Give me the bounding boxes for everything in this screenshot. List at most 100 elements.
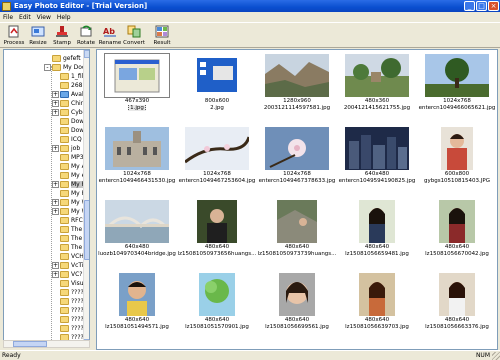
thumbnail-image[interactable] xyxy=(345,273,409,316)
thumbnail-item[interactable]: 480x360 2004121415621755.jpg xyxy=(337,50,417,123)
tree-item[interactable]: ???? xyxy=(52,306,84,315)
rename-icon: Ab xyxy=(103,25,117,38)
thumbnail-image[interactable] xyxy=(425,200,489,243)
menu-edit[interactable]: Edit xyxy=(19,14,31,21)
resize-grip-icon[interactable] xyxy=(492,352,500,360)
thumbnail-image[interactable] xyxy=(345,54,409,97)
thumbnail-image[interactable] xyxy=(185,273,249,316)
image-dimensions: 480x640 xyxy=(284,244,310,250)
menu-view[interactable]: View xyxy=(37,14,51,21)
expand-icon[interactable]: + xyxy=(52,208,59,215)
process-button[interactable]: Process xyxy=(2,23,26,49)
tree-item[interactable]: ???? xyxy=(52,324,84,333)
thumbnail-item[interactable]: 480x640 lz15081056663376.jpg xyxy=(417,269,497,342)
resize-icon xyxy=(31,25,45,38)
expand-icon[interactable]: + xyxy=(52,100,59,107)
thumbnail-item[interactable]: 480x640 lz15081056670042.jpg xyxy=(417,196,497,269)
tree-item[interactable]: + VC?? xyxy=(52,270,86,279)
image-dimensions: 800x600 xyxy=(204,98,230,104)
menu-bar: File Edit View Help xyxy=(0,12,500,22)
thumbnail-image[interactable] xyxy=(104,53,170,98)
expand-icon[interactable]: + xyxy=(52,109,59,116)
expand-icon[interactable]: + xyxy=(52,91,59,98)
thumbnail-item[interactable]: 640x480 luozb1049703404bridge.jpg xyxy=(97,196,177,269)
resize-button[interactable]: Resize xyxy=(26,23,50,49)
thumbnail-item[interactable]: 480x640 lz15081050973739huangs... xyxy=(257,196,337,269)
rename-button[interactable]: Ab Rename xyxy=(98,23,122,49)
thumbnail-item[interactable]: 467x390 1.jpg xyxy=(97,50,177,123)
image-filename: entercn1049467253604.jpg xyxy=(177,178,257,184)
expand-icon[interactable]: + xyxy=(52,145,59,152)
menu-file[interactable]: File xyxy=(3,14,13,21)
thumbnail-image[interactable] xyxy=(105,127,169,170)
tree-item-label: ???? xyxy=(71,325,84,332)
thumbnail-image[interactable] xyxy=(425,127,489,170)
image-filename: lz15081056670042.jpg xyxy=(417,251,497,257)
thumbnail-image[interactable] xyxy=(185,54,249,97)
thumbnail-image[interactable] xyxy=(265,273,329,316)
thumbnail-image[interactable] xyxy=(265,127,329,170)
tree-item[interactable]: gefeft xyxy=(44,54,81,63)
thumbnail-image[interactable] xyxy=(185,127,249,170)
thumbnail-item[interactable]: 1280x960 2003121114597581.jpg xyxy=(257,50,337,123)
thumbnail-image[interactable] xyxy=(265,200,329,243)
tree-item[interactable]: + job xyxy=(52,144,80,153)
hscroll-thumb[interactable] xyxy=(13,341,47,347)
tree-horizontal-scrollbar[interactable] xyxy=(3,340,90,348)
thumbnail-image[interactable] xyxy=(425,273,489,316)
scroll-up-arrow-icon[interactable] xyxy=(84,50,89,58)
thumbnail-image[interactable] xyxy=(345,200,409,243)
thumbnail-image[interactable] xyxy=(185,200,249,243)
thumbnail-image[interactable] xyxy=(345,127,409,170)
tree-item[interactable]: ???? xyxy=(52,297,84,306)
expand-icon[interactable]: + xyxy=(52,181,59,188)
expand-icon[interactable]: + xyxy=(52,262,59,269)
filename-text: entercn1049467253604.jpg xyxy=(178,178,256,184)
expand-icon[interactable]: + xyxy=(52,271,59,278)
tree-item[interactable]: MP3 xyxy=(52,153,84,162)
image-dimensions: 1024x768 xyxy=(123,171,151,177)
thumbnail-item[interactable]: 480x640 lz15081051570901.jpg xyxy=(177,269,257,342)
tree-item[interactable]: ???? xyxy=(52,315,84,324)
thumbnail-item[interactable]: 480x640 lz15081050973656huangs... xyxy=(177,196,257,269)
stamp-button[interactable]: Stamp xyxy=(50,23,74,49)
thumbnail-item[interactable]: 1024x768 entercn1049467378633.jpg xyxy=(257,123,337,196)
thumbnail-image[interactable] xyxy=(425,54,489,97)
thumbnail-item[interactable]: 800x600 2.jpg xyxy=(177,50,257,123)
thumbnail-item[interactable]: 1024x768 entercn1049467253604.jpg xyxy=(177,123,257,196)
collapse-icon[interactable]: - xyxy=(44,64,51,71)
thumbnail-image[interactable] xyxy=(265,54,329,97)
result-button[interactable]: Result xyxy=(150,23,174,49)
folder-icon xyxy=(60,91,69,98)
folder-tree[interactable]: ????????????????????????????Visual+VC??+… xyxy=(3,49,90,348)
image-dimensions: 480x640 xyxy=(364,244,390,250)
image-filename: 2004121415621755.jpg xyxy=(337,105,417,111)
rotate-button[interactable]: Rotate xyxy=(74,23,98,49)
thumbnail-item[interactable]: 600x800 gybgs10510815403.JPG xyxy=(417,123,497,196)
thumbnail-item[interactable]: 1024x768 entercn1049466065621.jpg xyxy=(417,50,497,123)
folder-icon xyxy=(60,145,69,152)
menu-help[interactable]: Help xyxy=(57,14,71,21)
thumbnail-image[interactable] xyxy=(105,273,169,316)
thumbnail-item[interactable]: 480x640 lz15081056659481.jpg xyxy=(337,196,417,269)
tree-item[interactable]: RFC? xyxy=(52,216,86,225)
scroll-thumb[interactable] xyxy=(84,200,89,260)
close-button[interactable]: × xyxy=(488,1,499,11)
pane-splitter[interactable] xyxy=(91,49,95,350)
expand-icon[interactable]: + xyxy=(52,199,59,206)
image-dimensions: 1024x768 xyxy=(443,98,471,104)
thumbnail-item[interactable]: 480x640 lz15081056699561.jpg xyxy=(257,269,337,342)
thumbnail-item[interactable]: 480x640 lz15081056639703.jpg xyxy=(337,269,417,342)
thumbnail-item[interactable]: 640x480 entercn1049594190825.jpg xyxy=(337,123,417,196)
thumbnail-item[interactable]: 1024x768 entercn1049466431530.jpg xyxy=(97,123,177,196)
minimize-button[interactable]: _ xyxy=(464,1,475,11)
maximize-button[interactable]: □ xyxy=(476,1,487,11)
convert-button[interactable]: Convert xyxy=(122,23,146,49)
image-dimensions: 480x640 xyxy=(284,317,310,323)
thumbnail-grid[interactable]: 467x390 1.jpg 800x600 2.jpg 1280x960 20031211… xyxy=(96,49,498,350)
thumbnail-item[interactable]: 480x640 lz15081051494571.jpg xyxy=(97,269,177,342)
tree-vertical-scrollbar[interactable] xyxy=(83,50,89,347)
tree-item[interactable]: ???? xyxy=(52,288,84,297)
app-icon xyxy=(2,1,11,11)
thumbnail-image[interactable] xyxy=(105,200,169,243)
